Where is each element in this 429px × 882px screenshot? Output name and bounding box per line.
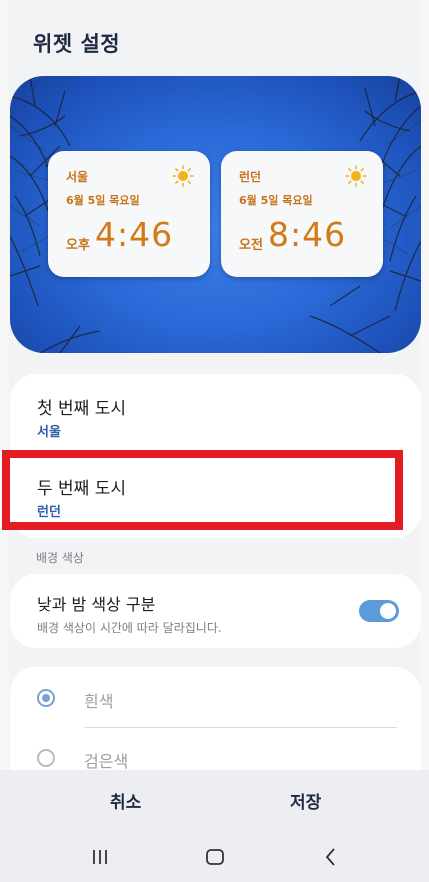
sun-icon [345,165,367,187]
recents-icon[interactable] [89,846,111,868]
right-edge [420,0,429,882]
widget-time: 8:46 [268,215,347,254]
sun-icon [172,165,194,187]
first-city-label: 첫 번째 도시 [37,399,127,419]
daynight-label: 낮과 밤 색상 구분 [37,595,156,614]
bottom-action-bar: 취소 저장 [0,770,429,832]
widget-city: 서울 [66,170,89,184]
widget-ampm: 오후 [66,238,90,253]
widget-preview: 서울 6월 5일 목요일 오후 4:46 런던 6월 5일 목요일 오전 8:4… [10,76,421,353]
back-icon[interactable] [320,846,342,868]
section-label-background: 배경 색상 [36,551,84,565]
highlight-box [2,450,403,530]
page-title: 위젯 설정 [33,32,121,56]
radio-white[interactable] [37,689,55,707]
first-city-row[interactable]: 첫 번째 도시 서울 [10,374,421,450]
widget-ampm: 오전 [239,238,263,253]
first-city-value: 서울 [37,425,61,440]
system-navigation-bar [0,832,429,882]
widget-date: 6월 5일 목요일 [239,194,313,207]
save-button[interactable]: 저장 [290,788,321,813]
daynight-card[interactable]: 낮과 밤 색상 구분 배경 색상이 시간에 따라 달라집니다. [10,574,421,648]
home-icon[interactable] [204,846,226,868]
left-edge [0,0,9,882]
widget-time: 4:46 [95,215,174,254]
option-white-label: 흰색 [84,692,114,711]
widget-city: 런던 [239,170,262,184]
cancel-button[interactable]: 취소 [110,788,141,813]
option-white[interactable]: 흰색 [10,675,421,725]
daynight-toggle[interactable] [359,600,399,622]
option-black-label: 검은색 [84,752,129,771]
widget-date: 6월 5일 목요일 [66,194,140,207]
widget-card-2: 런던 6월 5일 목요일 오전 8:46 [221,151,383,277]
toggle-knob [380,603,396,619]
daynight-description: 배경 색상이 시간에 따라 달라집니다. [37,621,222,635]
widget-card-1: 서울 6월 5일 목요일 오후 4:46 [48,151,210,277]
radio-black[interactable] [37,749,55,767]
divider [84,727,397,728]
